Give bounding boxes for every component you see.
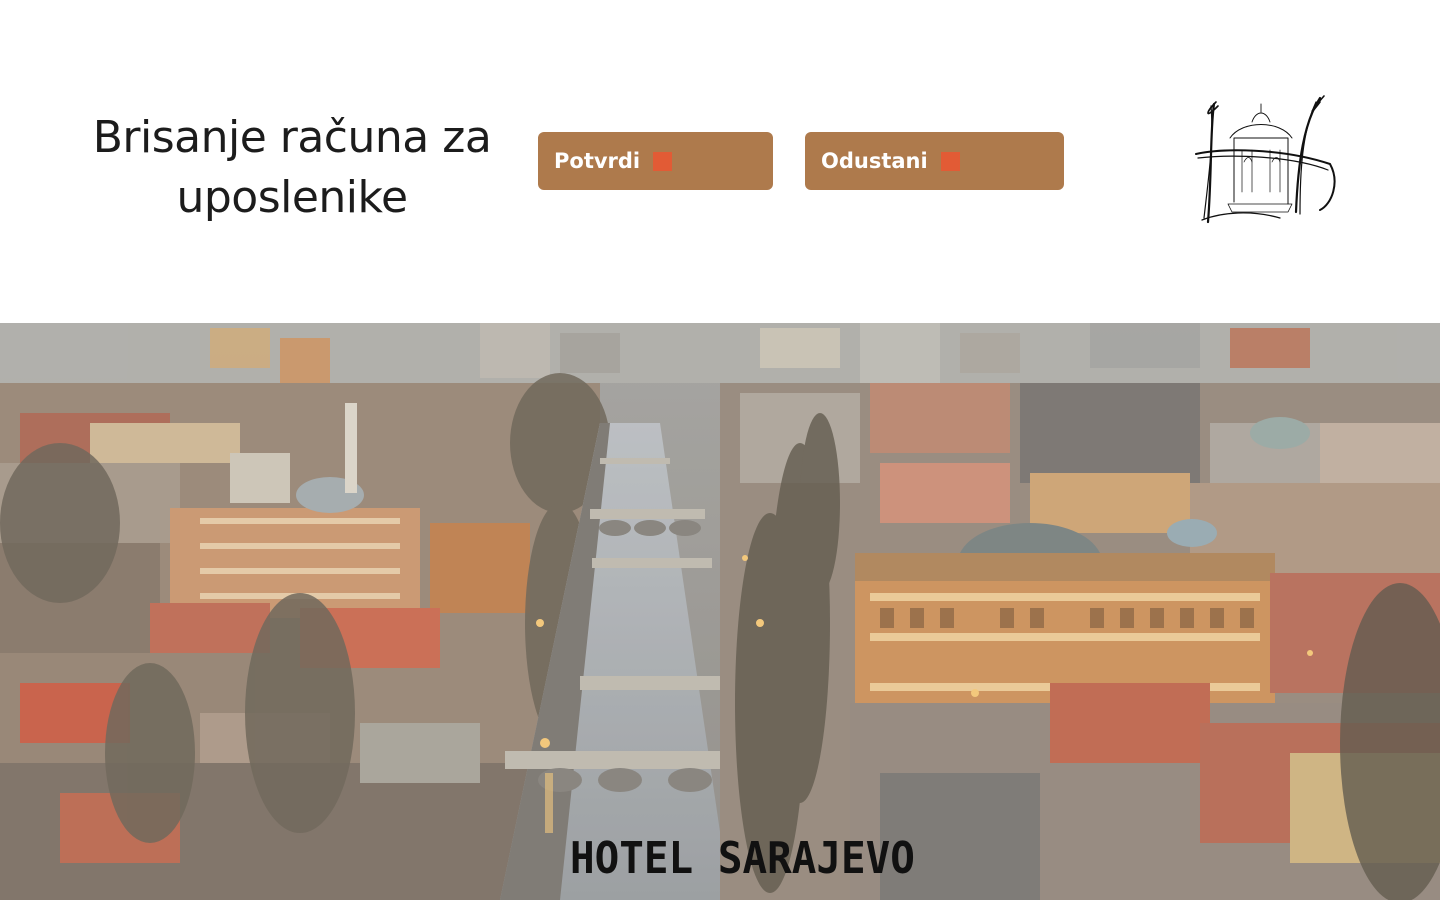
cancel-square-icon xyxy=(940,151,960,171)
cancel-button-label: Odustani xyxy=(821,149,928,173)
confirm-button-label: Potvrdi xyxy=(554,149,641,173)
confirm-button[interactable]: Potvrdi xyxy=(538,132,773,190)
hero-city-image xyxy=(0,323,1440,900)
hotel-monogram-logo xyxy=(1192,92,1338,230)
page-title: Brisanje računa za uposlenike xyxy=(92,112,492,223)
confirm-square-icon xyxy=(653,151,673,171)
cancel-button[interactable]: Odustani xyxy=(805,132,1064,190)
header: Brisanje računa za uposlenike Potvrdi Od… xyxy=(0,0,1440,323)
page: Brisanje računa za uposlenike Potvrdi Od… xyxy=(0,0,1440,900)
hotel-brand-text: HOTEL SARAJEVO xyxy=(570,833,915,884)
